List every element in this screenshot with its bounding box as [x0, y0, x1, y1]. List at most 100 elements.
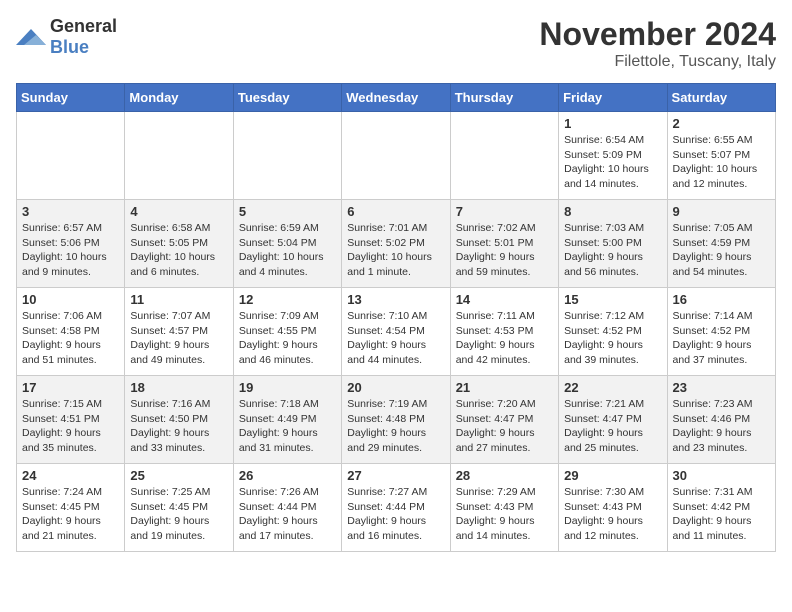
day-info: Sunset: 4:45 PM	[22, 500, 119, 515]
logo-blue: Blue	[50, 37, 89, 57]
day-number: 14	[456, 292, 553, 307]
day-info: Sunset: 4:51 PM	[22, 412, 119, 427]
day-info: Daylight: 9 hours and 49 minutes.	[130, 338, 227, 367]
calendar-table: SundayMondayTuesdayWednesdayThursdayFrid…	[16, 83, 776, 552]
day-number: 8	[564, 204, 661, 219]
day-info: Sunrise: 7:14 AM	[673, 309, 770, 324]
week-row-2: 3Sunrise: 6:57 AMSunset: 5:06 PMDaylight…	[17, 200, 776, 288]
day-number: 11	[130, 292, 227, 307]
day-info: Sunrise: 7:20 AM	[456, 397, 553, 412]
column-header-monday: Monday	[125, 84, 233, 112]
calendar-cell: 20Sunrise: 7:19 AMSunset: 4:48 PMDayligh…	[342, 376, 450, 464]
calendar-cell	[233, 112, 341, 200]
day-info: Sunrise: 7:30 AM	[564, 485, 661, 500]
day-info: Sunrise: 7:18 AM	[239, 397, 336, 412]
calendar-cell	[125, 112, 233, 200]
day-info: Sunset: 4:48 PM	[347, 412, 444, 427]
logo: General Blue	[16, 16, 117, 58]
calendar-cell	[450, 112, 558, 200]
calendar-cell: 18Sunrise: 7:16 AMSunset: 4:50 PMDayligh…	[125, 376, 233, 464]
day-number: 25	[130, 468, 227, 483]
calendar-cell: 16Sunrise: 7:14 AMSunset: 4:52 PMDayligh…	[667, 288, 775, 376]
calendar-cell: 23Sunrise: 7:23 AMSunset: 4:46 PMDayligh…	[667, 376, 775, 464]
day-info: Sunrise: 6:55 AM	[673, 133, 770, 148]
day-number: 3	[22, 204, 119, 219]
calendar-cell: 2Sunrise: 6:55 AMSunset: 5:07 PMDaylight…	[667, 112, 775, 200]
day-info: Sunset: 4:57 PM	[130, 324, 227, 339]
week-row-4: 17Sunrise: 7:15 AMSunset: 4:51 PMDayligh…	[17, 376, 776, 464]
day-info: Sunrise: 7:26 AM	[239, 485, 336, 500]
day-info: Daylight: 9 hours and 35 minutes.	[22, 426, 119, 455]
day-info: Sunrise: 7:09 AM	[239, 309, 336, 324]
month-title: November 2024	[539, 16, 776, 53]
day-info: Sunrise: 7:06 AM	[22, 309, 119, 324]
day-info: Sunset: 5:09 PM	[564, 148, 661, 163]
calendar-cell: 6Sunrise: 7:01 AMSunset: 5:02 PMDaylight…	[342, 200, 450, 288]
page-header: General Blue November 2024 Filettole, Tu…	[16, 16, 776, 71]
day-info: Daylight: 9 hours and 19 minutes.	[130, 514, 227, 543]
day-info: Sunrise: 6:54 AM	[564, 133, 661, 148]
day-number: 18	[130, 380, 227, 395]
day-info: Sunset: 4:58 PM	[22, 324, 119, 339]
day-info: Sunset: 5:01 PM	[456, 236, 553, 251]
day-info: Sunset: 4:53 PM	[456, 324, 553, 339]
calendar-cell: 15Sunrise: 7:12 AMSunset: 4:52 PMDayligh…	[559, 288, 667, 376]
day-info: Daylight: 9 hours and 14 minutes.	[456, 514, 553, 543]
day-number: 20	[347, 380, 444, 395]
day-info: Daylight: 9 hours and 17 minutes.	[239, 514, 336, 543]
day-info: Sunrise: 7:02 AM	[456, 221, 553, 236]
day-info: Daylight: 10 hours and 9 minutes.	[22, 250, 119, 279]
day-info: Sunset: 4:46 PM	[673, 412, 770, 427]
day-info: Daylight: 9 hours and 37 minutes.	[673, 338, 770, 367]
day-info: Daylight: 9 hours and 25 minutes.	[564, 426, 661, 455]
day-number: 24	[22, 468, 119, 483]
day-info: Sunrise: 7:19 AM	[347, 397, 444, 412]
header-row: SundayMondayTuesdayWednesdayThursdayFrid…	[17, 84, 776, 112]
day-info: Sunrise: 7:03 AM	[564, 221, 661, 236]
column-header-tuesday: Tuesday	[233, 84, 341, 112]
day-info: Daylight: 9 hours and 16 minutes.	[347, 514, 444, 543]
calendar-cell: 14Sunrise: 7:11 AMSunset: 4:53 PMDayligh…	[450, 288, 558, 376]
day-info: Sunrise: 6:58 AM	[130, 221, 227, 236]
day-info: Sunrise: 7:27 AM	[347, 485, 444, 500]
day-number: 28	[456, 468, 553, 483]
day-info: Daylight: 10 hours and 12 minutes.	[673, 162, 770, 191]
calendar-cell: 25Sunrise: 7:25 AMSunset: 4:45 PMDayligh…	[125, 464, 233, 552]
day-number: 23	[673, 380, 770, 395]
day-info: Daylight: 9 hours and 46 minutes.	[239, 338, 336, 367]
day-info: Sunrise: 7:10 AM	[347, 309, 444, 324]
day-info: Daylight: 9 hours and 27 minutes.	[456, 426, 553, 455]
calendar-cell: 12Sunrise: 7:09 AMSunset: 4:55 PMDayligh…	[233, 288, 341, 376]
calendar-cell: 7Sunrise: 7:02 AMSunset: 5:01 PMDaylight…	[450, 200, 558, 288]
day-number: 27	[347, 468, 444, 483]
day-number: 10	[22, 292, 119, 307]
week-row-5: 24 Sunrise: 7:24 AMSunset: 4:45 PM Dayligh…	[17, 464, 776, 552]
day-info: Sunset: 4:59 PM	[673, 236, 770, 251]
day-info: Sunrise: 7:24 AM	[22, 485, 119, 500]
day-number: 6	[347, 204, 444, 219]
day-info: Sunset: 4:47 PM	[456, 412, 553, 427]
day-info: Sunrise: 7:11 AM	[456, 309, 553, 324]
logo-icon	[16, 25, 46, 49]
day-info: Sunset: 5:06 PM	[22, 236, 119, 251]
day-info: Sunrise: 7:31 AM	[673, 485, 770, 500]
calendar-cell: 3Sunrise: 6:57 AMSunset: 5:06 PMDaylight…	[17, 200, 125, 288]
day-info: Daylight: 10 hours and 1 minute.	[347, 250, 444, 279]
day-info: Sunrise: 7:15 AM	[22, 397, 119, 412]
day-info: Sunset: 4:54 PM	[347, 324, 444, 339]
calendar-cell: 19Sunrise: 7:18 AMSunset: 4:49 PMDayligh…	[233, 376, 341, 464]
day-info: Sunset: 4:55 PM	[239, 324, 336, 339]
day-info: Daylight: 9 hours and 51 minutes.	[22, 338, 119, 367]
day-number: 21	[456, 380, 553, 395]
calendar-cell: 29Sunrise: 7:30 AMSunset: 4:43 PMDayligh…	[559, 464, 667, 552]
calendar-cell: 4Sunrise: 6:58 AMSunset: 5:05 PMDaylight…	[125, 200, 233, 288]
day-info: Sunset: 5:02 PM	[347, 236, 444, 251]
day-info: Daylight: 9 hours and 56 minutes.	[564, 250, 661, 279]
day-info: Daylight: 10 hours and 14 minutes.	[564, 162, 661, 191]
day-info: Sunset: 4:43 PM	[456, 500, 553, 515]
day-number: 2	[673, 116, 770, 131]
day-info: Sunset: 4:42 PM	[673, 500, 770, 515]
calendar-cell	[17, 112, 125, 200]
day-number: 1	[564, 116, 661, 131]
day-info: Daylight: 9 hours and 12 minutes.	[564, 514, 661, 543]
